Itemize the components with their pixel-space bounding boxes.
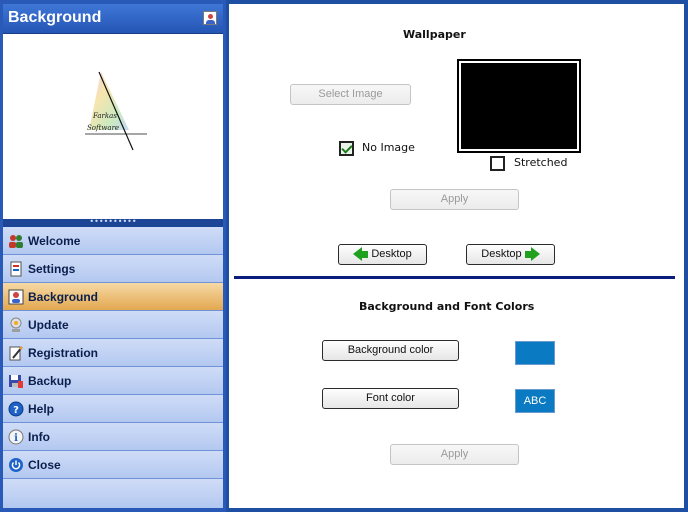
stretched-label: Stretched	[514, 156, 568, 169]
sidebar-item-label: Backup	[28, 374, 72, 388]
colors-apply-button[interactable]: Apply	[390, 444, 519, 465]
sidebar-item-help[interactable]: ? Help	[3, 395, 223, 423]
arrow-right-icon	[524, 247, 540, 262]
desktop-prev-label: Desktop	[371, 248, 412, 260]
update-icon	[8, 317, 24, 333]
background-color-swatch[interactable]	[515, 341, 555, 365]
background-icon	[203, 11, 217, 25]
sidebar-item-close[interactable]: Close	[3, 451, 223, 479]
sidebar-item-label: Settings	[28, 262, 76, 276]
wallpaper-apply-button[interactable]: Apply	[390, 189, 519, 210]
panel-header: Background	[3, 4, 223, 34]
sidebar-item-label: Info	[28, 430, 50, 444]
sidebar-item-update[interactable]: Update	[3, 311, 223, 339]
sidebar-item-label: Update	[28, 318, 69, 332]
svg-text:i: i	[14, 433, 18, 444]
logo-area: Farkas Software	[3, 34, 223, 219]
settings-icon	[8, 261, 24, 277]
arrow-left-icon	[353, 247, 369, 262]
sidebar-nav: Welcome Settings Background Update Regis…	[3, 227, 223, 479]
colors-title: Background and Font Colors	[359, 300, 535, 313]
power-icon	[8, 457, 24, 473]
sidebar-item-welcome[interactable]: Welcome	[3, 227, 223, 255]
select-image-button[interactable]: Select Image	[290, 84, 411, 105]
stretched-checkbox[interactable]	[490, 156, 505, 171]
background-icon	[8, 289, 24, 305]
sidebar-item-background[interactable]: Background	[3, 283, 223, 311]
splitter-handle[interactable]: ••••••••••	[3, 218, 223, 227]
font-color-swatch[interactable]: ABC	[515, 389, 555, 413]
help-icon: ?	[8, 401, 24, 417]
wallpaper-title: Wallpaper	[403, 28, 466, 41]
wallpaper-preview	[457, 59, 581, 153]
main-panel: Wallpaper Select Image No Image Stretche…	[229, 4, 684, 508]
desktop-prev-button[interactable]: Desktop	[338, 244, 427, 265]
registration-icon	[8, 345, 24, 361]
svg-text:?: ?	[13, 405, 19, 416]
section-divider	[234, 276, 675, 279]
sidebar-item-info[interactable]: i Info	[3, 423, 223, 451]
sidebar-empty-area	[3, 479, 223, 508]
backup-icon	[8, 373, 24, 389]
no-image-checkbox[interactable]	[339, 141, 354, 156]
sidebar-item-label: Background	[28, 290, 99, 304]
sidebar-item-label: Close	[28, 458, 61, 472]
sidebar-item-registration[interactable]: Registration	[3, 339, 223, 367]
sidebar-item-label: Help	[28, 402, 55, 416]
sidebar-item-settings[interactable]: Settings	[3, 255, 223, 283]
logo-text: Farkas	[93, 112, 117, 120]
left-panel: Background Farkas Software •••••••••• We…	[0, 0, 226, 512]
sidebar-item-label: Welcome	[28, 234, 81, 248]
logo-text: Software	[87, 124, 120, 132]
sidebar-item-label: Registration	[28, 346, 99, 360]
font-color-button[interactable]: Font color	[322, 388, 459, 409]
background-color-button[interactable]: Background color	[322, 340, 459, 361]
desktop-next-button[interactable]: Desktop	[466, 244, 555, 265]
info-icon: i	[8, 429, 24, 445]
farkas-software-logo: Farkas Software	[81, 70, 151, 152]
sidebar-item-backup[interactable]: Backup	[3, 367, 223, 395]
panel-title: Background	[8, 9, 102, 26]
no-image-label: No Image	[362, 141, 415, 154]
desktop-next-label: Desktop	[481, 248, 522, 260]
users-icon	[8, 233, 24, 249]
